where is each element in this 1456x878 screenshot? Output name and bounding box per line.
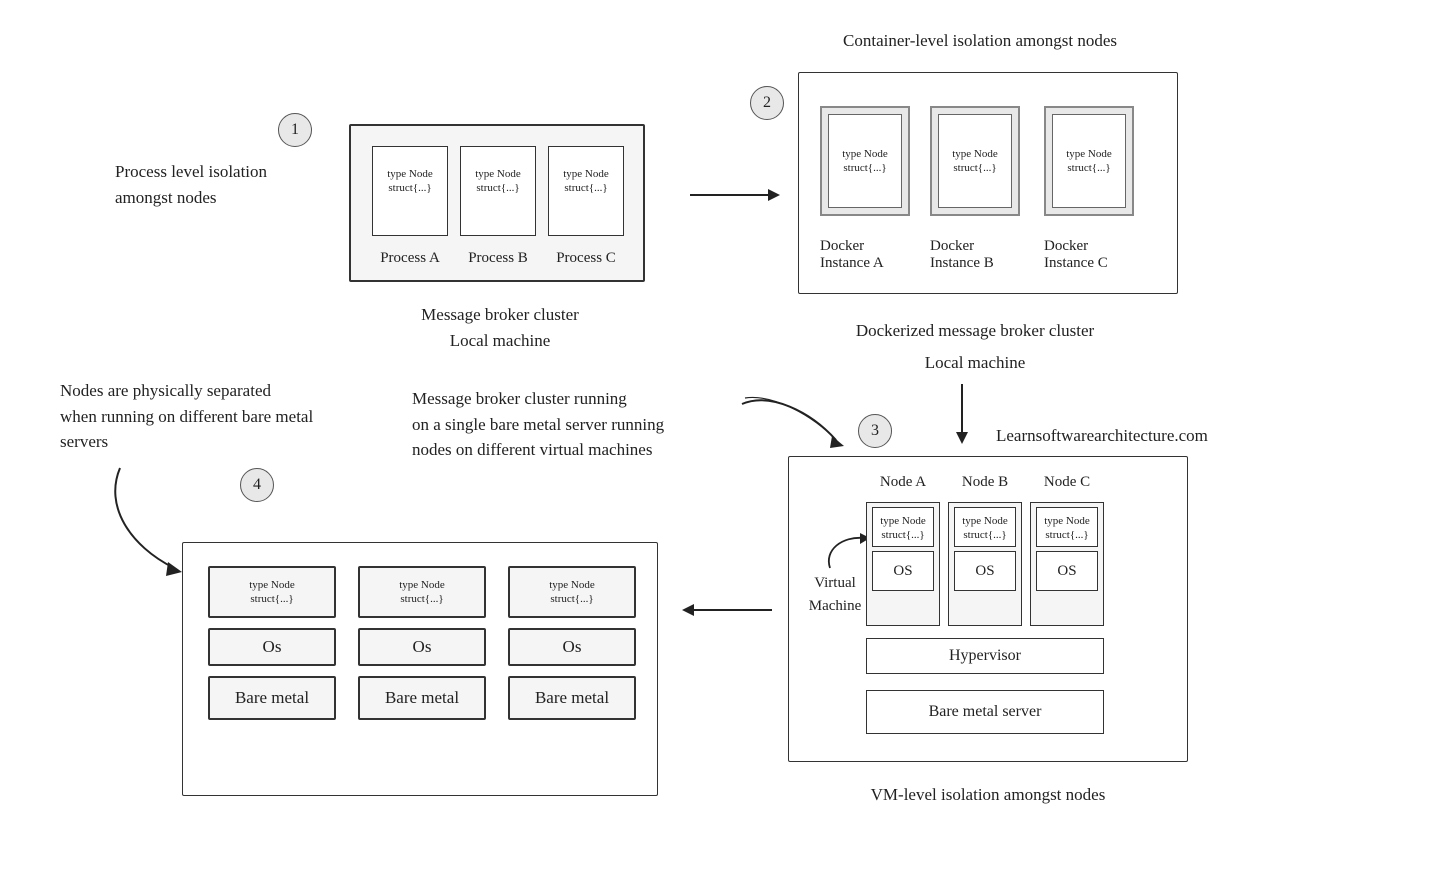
step1-caption1: Message broker cluster (390, 302, 610, 328)
step-marker-4: 4 (240, 468, 274, 502)
step-marker-1: 1 (278, 113, 312, 147)
step3-vm-b-os: OS (954, 551, 1016, 591)
step4-col-c-os: Os (508, 628, 636, 666)
step4-title: Nodes are physically separated when runn… (60, 378, 400, 455)
step3-node-c-label: Node C (1030, 474, 1104, 491)
step4-col-a-os: Os (208, 628, 336, 666)
step4-col-b-bm: Bare metal (358, 676, 486, 720)
step3-vm-a-node: type Node struct{...} (872, 507, 934, 547)
step3-vm-c-os: OS (1036, 551, 1098, 591)
step4-col-b-os: Os (358, 628, 486, 666)
step2-title: Container-level isolation amongst nodes (790, 28, 1170, 54)
step-marker-2: 2 (750, 86, 784, 120)
step2-docker-a-text: type Node struct{...} (842, 147, 888, 176)
step3-vm-b: type Node struct{...} OS (948, 502, 1022, 626)
step4-col-b-node: type Node struct{...} (358, 566, 486, 618)
step3-vm-c-node: type Node struct{...} (1036, 507, 1098, 547)
step2-docker-a: type Node struct{...} (820, 106, 910, 216)
step2-docker-c: type Node struct{...} (1044, 106, 1134, 216)
step4-col-a: type Node struct{...} Os Bare metal (208, 566, 336, 720)
arrow-3-to-4 (682, 600, 772, 620)
step1-title: Process level isolation amongst nodes (115, 159, 267, 210)
step3-vm-a-os: OS (872, 551, 934, 591)
step1-proc-b-label: Process B (454, 250, 542, 267)
step2-docker-b-text: type Node struct{...} (952, 147, 998, 176)
step1-node-a: type Node struct{...} (372, 146, 448, 236)
step2-docker-c-label: Docker Instance C (1044, 238, 1144, 272)
step-number-1: 1 (291, 121, 299, 139)
arrow-title-to-4 (110, 466, 190, 576)
step3-desc: Message broker cluster running on a sing… (412, 386, 752, 463)
step4-col-a-node: type Node struct{...} (208, 566, 336, 618)
step3-node-b-label: Node B (948, 474, 1022, 491)
arrow-1-to-2 (690, 185, 780, 205)
step4-col-c: type Node struct{...} Os Bare metal (508, 566, 636, 720)
step1-proc-c-label: Process C (542, 250, 630, 267)
step2-docker-b-label: Docker Instance B (930, 238, 1020, 272)
arrow-vm-label (820, 532, 870, 572)
step-number-3: 3 (871, 422, 879, 440)
step3-node-a-label: Node A (866, 474, 940, 491)
step1-proc-a-label: Process A (366, 250, 454, 267)
step2-caption1: Dockerized message broker cluster (790, 318, 1160, 344)
step3-caption: VM-level isolation amongst nodes (788, 782, 1188, 808)
step3-vm-label: Virtual Machine (800, 572, 870, 617)
step2-docker-c-text: type Node struct{...} (1066, 147, 1112, 176)
step2-caption2: Local machine (790, 350, 1160, 376)
step3-vm-c: type Node struct{...} OS (1030, 502, 1104, 626)
step-number-2: 2 (763, 94, 771, 112)
step4-col-c-node: type Node struct{...} (508, 566, 636, 618)
step2-docker-a-label: Docker Instance A (820, 238, 910, 272)
step-marker-3: 3 (858, 414, 892, 448)
step4-col-c-bm: Bare metal (508, 676, 636, 720)
step3-hypervisor: Hypervisor (866, 638, 1104, 674)
step4-col-b: type Node struct{...} Os Bare metal (358, 566, 486, 720)
step-number-4: 4 (253, 476, 261, 494)
step1-node-c: type Node struct{...} (548, 146, 624, 236)
step2-docker-b: type Node struct{...} (930, 106, 1020, 216)
arrow-2-to-3 (952, 384, 972, 444)
step3-vm-b-node: type Node struct{...} (954, 507, 1016, 547)
step1-caption2: Local machine (390, 328, 610, 354)
arrow-desc-to-3 (740, 396, 850, 456)
step4-col-a-bm: Bare metal (208, 676, 336, 720)
step1-node-b: type Node struct{...} (460, 146, 536, 236)
step3-vm-a: type Node struct{...} OS (866, 502, 940, 626)
watermark: Learnsoftwarearchitecture.com (996, 423, 1208, 449)
step3-bare-metal: Bare metal server (866, 690, 1104, 734)
